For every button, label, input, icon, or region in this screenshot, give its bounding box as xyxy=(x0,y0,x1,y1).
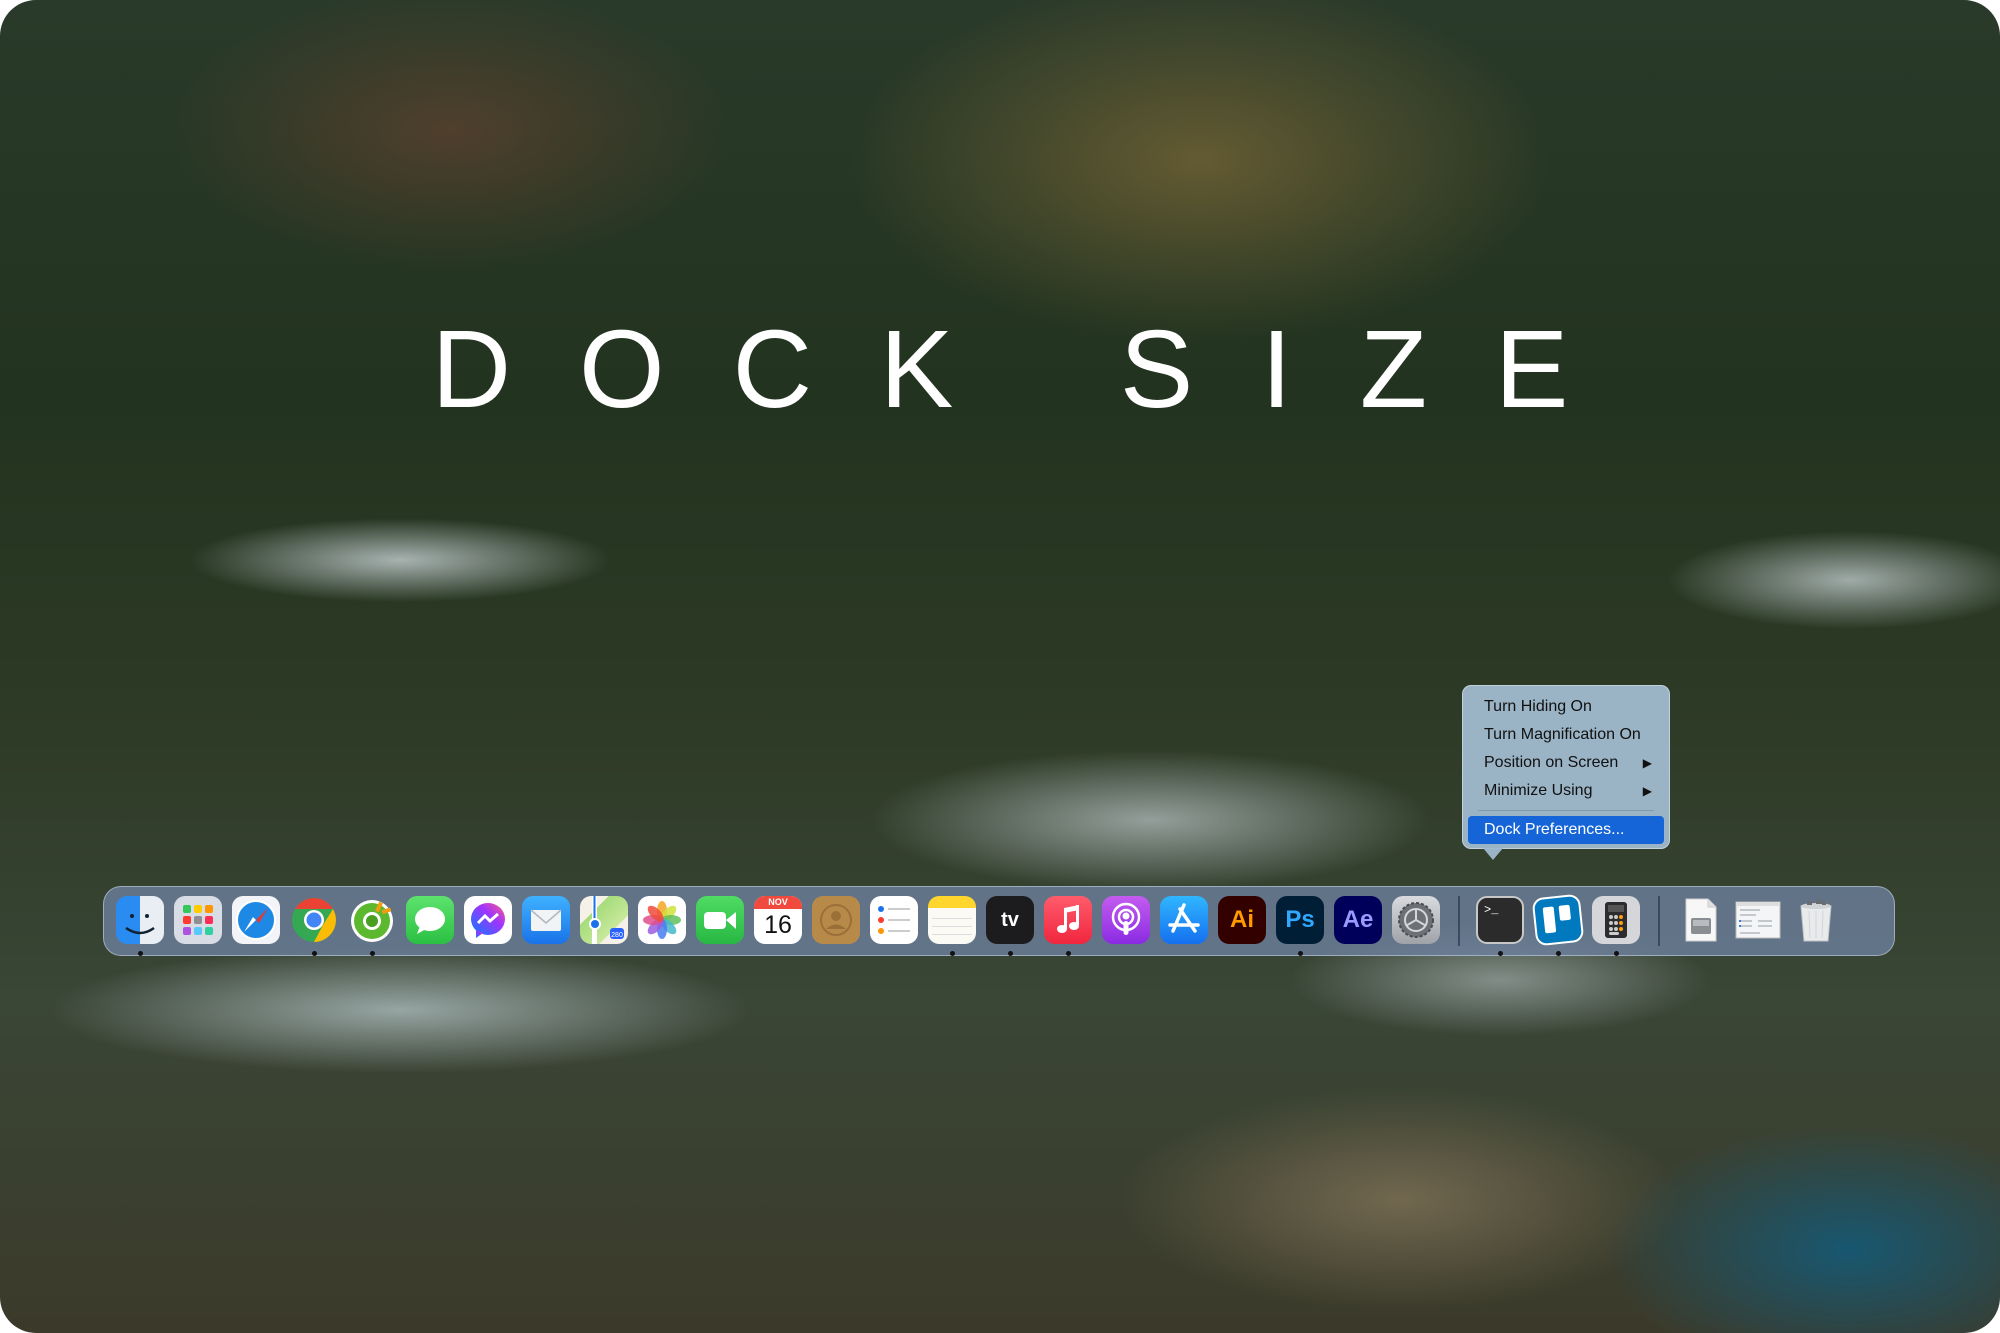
messenger-icon xyxy=(464,896,512,944)
dock-item-podcasts[interactable] xyxy=(1102,896,1152,946)
safari-icon xyxy=(232,896,280,944)
running-indicator xyxy=(950,951,955,956)
dock-item-disk-image[interactable] xyxy=(1676,896,1726,946)
reminders-icon xyxy=(870,896,918,944)
dock-divider xyxy=(1658,896,1660,946)
dock-item-launchpad[interactable] xyxy=(174,896,224,946)
dock-item-calculator[interactable] xyxy=(1592,896,1642,956)
dock-item-safari[interactable] xyxy=(232,896,282,946)
podcasts-icon xyxy=(1102,896,1150,944)
menu-divider xyxy=(1478,810,1654,811)
appletv-icon: tv xyxy=(986,896,1034,944)
dock-item-contacts[interactable] xyxy=(812,896,862,946)
music-icon xyxy=(1044,896,1092,944)
dock-item-finder[interactable] xyxy=(116,896,166,956)
photoshop-icon: Ps xyxy=(1276,896,1324,944)
dock: 280 NOV 16 tv Ai Ps Ae >_ xyxy=(103,886,1895,956)
dock-item-photos[interactable] xyxy=(638,896,688,946)
dock-item-photoshop[interactable]: Ps xyxy=(1276,896,1326,956)
running-indicator xyxy=(1556,951,1561,956)
dock-item-after-effects[interactable]: Ae xyxy=(1334,896,1384,946)
dock-item-facetime[interactable] xyxy=(696,896,746,946)
calculator-icon xyxy=(1592,896,1640,944)
dock-item-messages[interactable] xyxy=(406,896,456,946)
menu-item-position-on-screen[interactable]: Position on Screen ▶ xyxy=(1468,749,1664,777)
dock-item-window-preview[interactable] xyxy=(1734,896,1784,946)
dock-item-apple-tv[interactable]: tv xyxy=(986,896,1036,956)
dock-item-illustrator[interactable]: Ai xyxy=(1218,896,1268,946)
chrome-icon xyxy=(290,896,338,944)
window-preview-icon xyxy=(1734,896,1782,944)
illustrator-label: Ai xyxy=(1230,906,1254,933)
finder-icon xyxy=(116,896,164,944)
dock-item-reminders[interactable] xyxy=(870,896,920,946)
desktop-wallpaper: DOCK SIZE Turn Hiding On Turn Magnificat… xyxy=(0,0,2000,1333)
submenu-arrow-icon: ▶ xyxy=(1642,784,1652,798)
menu-item-dock-preferences[interactable]: Dock Preferences... xyxy=(1468,816,1664,844)
maps-icon: 280 xyxy=(580,896,628,944)
notes-icon xyxy=(928,896,976,944)
menu-item-label: Minimize Using xyxy=(1484,782,1593,799)
system-preferences-icon xyxy=(1392,896,1440,944)
disk-image-icon xyxy=(1676,896,1724,944)
dock-item-system-preferences[interactable] xyxy=(1392,896,1442,946)
dock-item-calendar[interactable]: NOV 16 xyxy=(754,896,804,946)
trash-icon xyxy=(1792,896,1840,944)
menu-item-minimize-using[interactable]: Minimize Using ▶ xyxy=(1468,777,1664,805)
running-indicator xyxy=(1066,951,1071,956)
menu-item-label: Position on Screen xyxy=(1484,754,1619,771)
appletv-label: tv xyxy=(1001,908,1019,931)
photoshop-label: Ps xyxy=(1285,906,1315,933)
aftereffects-label: Ae xyxy=(1342,906,1374,933)
dock-item-music[interactable] xyxy=(1044,896,1094,956)
dock-item-coccoc[interactable] xyxy=(348,896,398,956)
contacts-icon xyxy=(812,896,860,944)
appstore-icon xyxy=(1160,896,1208,944)
submenu-arrow-icon: ▶ xyxy=(1642,756,1652,770)
running-indicator xyxy=(1498,951,1503,956)
dock-divider xyxy=(1458,896,1460,946)
page-title: DOCK SIZE xyxy=(431,308,1637,431)
menu-item-label: Dock Preferences... xyxy=(1484,821,1625,838)
menu-item-turn-hiding-on[interactable]: Turn Hiding On xyxy=(1468,693,1664,721)
running-indicator xyxy=(1008,951,1013,956)
running-indicator xyxy=(370,951,375,956)
dock-item-maps[interactable]: 280 xyxy=(580,896,630,946)
terminal-icon: >_ xyxy=(1476,896,1524,944)
menu-item-label: Turn Hiding On xyxy=(1484,698,1592,715)
photos-icon xyxy=(638,896,686,944)
facetime-icon xyxy=(696,896,744,944)
aftereffects-icon: Ae xyxy=(1334,896,1382,944)
coccoc-icon xyxy=(348,896,396,944)
dock-item-chrome[interactable] xyxy=(290,896,340,956)
menu-pointer xyxy=(1483,848,1503,860)
running-indicator xyxy=(1298,951,1303,956)
dock-item-trello[interactable] xyxy=(1531,893,1585,956)
dock-item-app-store[interactable] xyxy=(1160,896,1210,946)
launchpad-icon xyxy=(174,896,222,944)
illustrator-icon: Ai xyxy=(1218,896,1266,944)
running-indicator xyxy=(1614,951,1619,956)
calendar-month: NOV xyxy=(754,896,802,909)
dock-item-terminal[interactable]: >_ xyxy=(1476,896,1526,956)
dock-context-menu: Turn Hiding On Turn Magnification On Pos… xyxy=(1462,685,1670,849)
running-indicator xyxy=(312,951,317,956)
menu-item-label: Turn Magnification On xyxy=(1484,726,1641,743)
trello-icon xyxy=(1531,893,1585,947)
map-route-badge: 280 xyxy=(611,932,623,939)
calendar-day: 16 xyxy=(764,911,792,939)
calendar-icon: NOV 16 xyxy=(754,896,802,944)
dock-item-mail[interactable] xyxy=(522,896,572,946)
dock-item-messenger[interactable] xyxy=(464,896,514,946)
dock-item-notes[interactable] xyxy=(928,896,978,956)
mail-icon xyxy=(522,896,570,944)
menu-item-turn-magnification-on[interactable]: Turn Magnification On xyxy=(1468,721,1664,749)
dock-item-trash[interactable] xyxy=(1792,896,1842,946)
terminal-prompt: >_ xyxy=(1484,903,1499,917)
messages-icon xyxy=(406,896,454,944)
running-indicator xyxy=(138,951,143,956)
